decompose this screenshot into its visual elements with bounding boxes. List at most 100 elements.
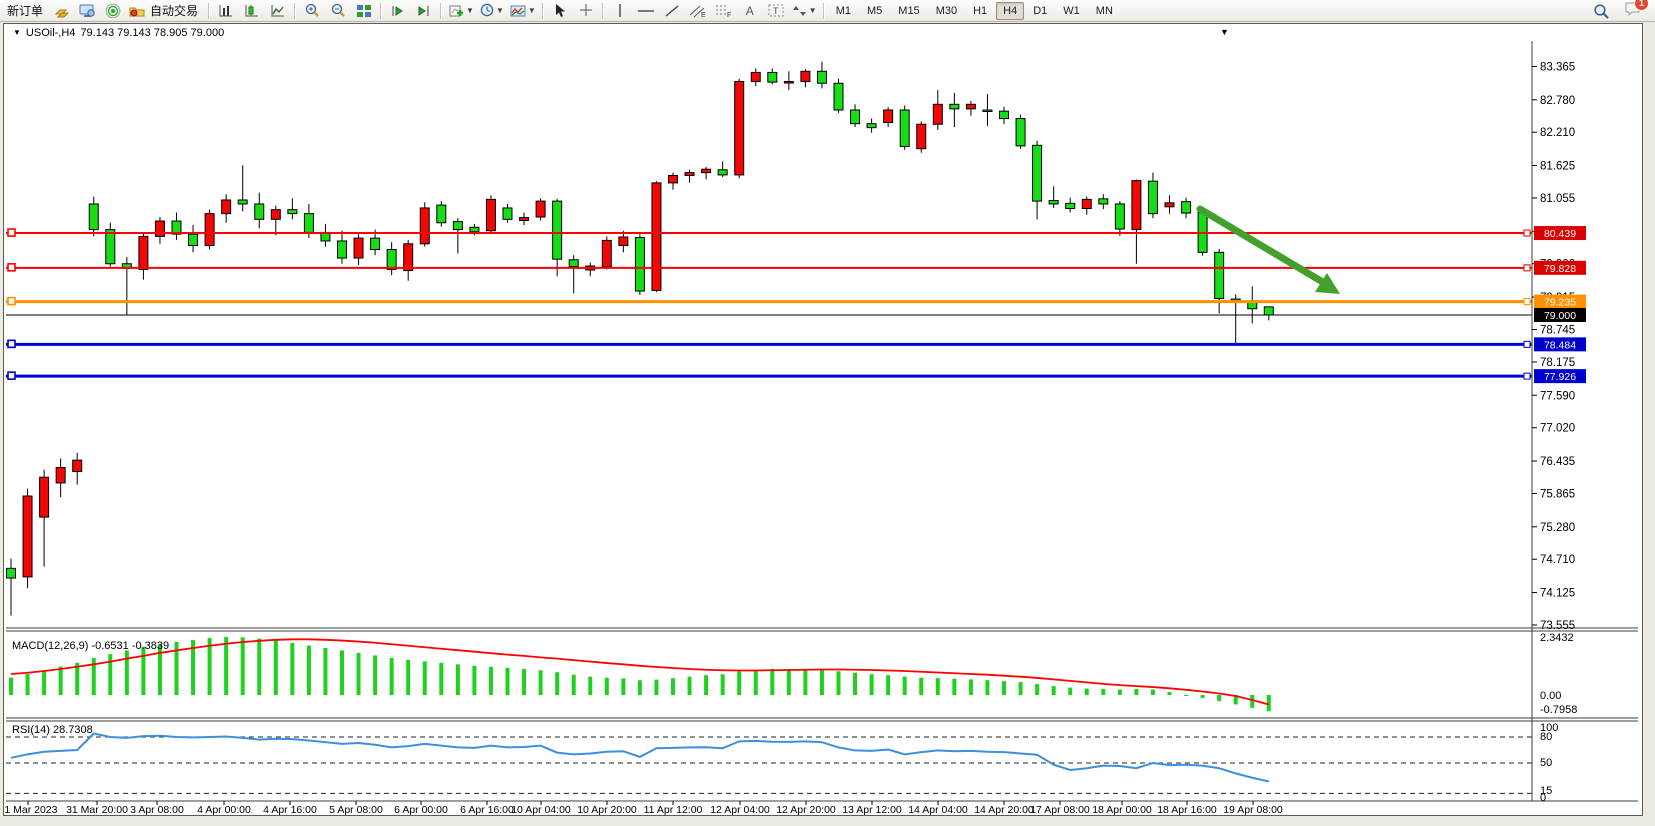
chart-shift-icon[interactable] [385, 0, 411, 22]
macd-axis-label: 0.00 [1540, 690, 1561, 702]
new-order-button[interactable]: 新订单 [2, 0, 48, 22]
periods-icon[interactable]: ▼ [477, 0, 507, 22]
candle-down [900, 105, 909, 149]
macd-histogram-bar [1151, 690, 1155, 695]
timeframe-W1[interactable]: W1 [1056, 2, 1087, 20]
macd-histogram-bar [853, 673, 857, 695]
macd-histogram-bar [1101, 689, 1105, 695]
time-axis-label: 10 Apr 04:00 [511, 804, 571, 816]
toolbar-separator [823, 3, 825, 19]
line-anchor-handle[interactable] [8, 264, 15, 271]
line-axis-handle [1524, 373, 1530, 379]
autotrading-button[interactable]: 自动交易 [126, 0, 205, 22]
macd-histogram-bar [704, 675, 708, 695]
fibonacci-tool-icon[interactable]: F [711, 0, 737, 22]
macd-histogram-bar [141, 647, 145, 695]
timeframe-M5[interactable]: M5 [860, 2, 889, 20]
auto-scroll-icon[interactable] [411, 0, 437, 22]
new-chart-icon[interactable]: ▼ [445, 0, 477, 22]
toolbar-right-group: 1 [1588, 0, 1643, 22]
line-anchor-handle[interactable] [8, 298, 15, 305]
candle-up [652, 181, 661, 292]
signals-icon[interactable] [100, 0, 126, 22]
candle-up [536, 198, 545, 220]
candlestick-chart-type-icon[interactable] [239, 0, 265, 22]
zoom-in-icon[interactable] [299, 0, 325, 22]
arrows-tool-icon[interactable]: ▼ [789, 0, 820, 22]
candle-up [205, 210, 214, 250]
macd-histogram-bar [1201, 695, 1205, 698]
macd-histogram-bar [257, 639, 261, 695]
one-click-trading-arrow-icon[interactable]: ▼ [1220, 27, 1229, 37]
macd-histogram-bar [1184, 695, 1188, 696]
chart-titlebar: ▼ USOil-,H4 79.143 79.143 78.905 79.000 … [4, 24, 1642, 41]
price-tag-label: 77.926 [1544, 371, 1576, 383]
line-chart-type-icon[interactable] [265, 0, 291, 22]
time-axis-label: 12 Apr 04:00 [710, 804, 770, 816]
search-icon[interactable] [1588, 0, 1614, 22]
current-price-tag-label: 79.000 [1544, 310, 1576, 322]
collapse-triangle-icon[interactable]: ▼ [13, 28, 21, 37]
timeframe-M15[interactable]: M15 [891, 2, 926, 20]
tile-windows-icon[interactable] [351, 0, 377, 22]
notification-badge: 1 [1634, 0, 1649, 11]
cursor-icon[interactable] [547, 0, 573, 22]
timeframe-H4[interactable]: H4 [996, 2, 1024, 20]
line-axis-handle [1524, 230, 1530, 236]
price-axis-tick-label: 78.745 [1540, 324, 1575, 336]
autotrading-label: 自动交易 [146, 2, 202, 19]
time-axis-label: 12 Apr 20:00 [776, 804, 836, 816]
chart-symbol-period: USOil-,H4 [26, 27, 76, 39]
timeframe-D1[interactable]: D1 [1026, 2, 1054, 20]
bar-chart-type-icon[interactable] [213, 0, 239, 22]
time-axis-label: 4 Apr 00:00 [197, 804, 251, 816]
label-tool-icon[interactable]: T [763, 0, 789, 22]
line-anchor-handle[interactable] [8, 340, 15, 347]
macd-histogram-bar [969, 679, 973, 695]
macd-histogram-bar [522, 669, 526, 695]
macd-histogram-bar [588, 677, 592, 695]
timeframe-M1[interactable]: M1 [829, 2, 858, 20]
crosshair-icon[interactable] [573, 0, 599, 22]
price-axis-tick-label: 75.280 [1540, 522, 1575, 534]
chart-plot[interactable]: MACD(12,26,9) -0.6531 -0.3839RSI(14) 28.… [4, 41, 1642, 816]
vertical-line-tool-icon[interactable] [607, 0, 633, 22]
gold-symbols-icon[interactable] [48, 0, 74, 22]
macd-histogram-bar [621, 678, 625, 695]
macd-histogram-bar [770, 669, 774, 695]
rsi-label: RSI(14) 28.7308 [12, 724, 93, 736]
macd-histogram-bar [903, 677, 907, 695]
chart-ohlc-readout: 79.143 79.143 78.905 79.000 [80, 27, 224, 39]
macd-histogram-bar [1168, 692, 1172, 695]
terminal-icon[interactable] [74, 0, 100, 22]
macd-histogram-bar [654, 680, 658, 695]
macd-histogram-bar [1052, 686, 1056, 695]
channel-tool-icon[interactable]: E [685, 0, 711, 22]
templates-icon[interactable]: ▼ [507, 0, 539, 22]
timeframe-H1[interactable]: H1 [966, 2, 994, 20]
macd-histogram-bar [307, 646, 311, 696]
price-axis-tick-label: 74.125 [1540, 588, 1575, 600]
price-panel [6, 41, 1532, 628]
svg-text:F: F [727, 12, 731, 18]
macd-histogram-bar [340, 650, 344, 695]
macd-histogram-bar [952, 679, 956, 695]
timeframe-MN[interactable]: MN [1089, 2, 1120, 20]
candle-up [602, 236, 611, 269]
timeframe-toolbar: M1M5M15M30H1H4D1W1MN [828, 2, 1121, 20]
zoom-out-icon[interactable] [325, 0, 351, 22]
macd-histogram-bar [1019, 682, 1023, 695]
price-axis-tick-label: 75.865 [1540, 488, 1575, 500]
notifications-button[interactable]: 1 [1624, 0, 1643, 22]
time-axis-label: 18 Apr 16:00 [1157, 804, 1217, 816]
macd-histogram-bar [472, 666, 476, 695]
text-tool-icon[interactable]: A [737, 0, 763, 22]
price-axis-tick-label: 78.175 [1540, 357, 1575, 369]
timeframe-M30[interactable]: M30 [929, 2, 964, 20]
macd-histogram-bar [787, 669, 791, 695]
horizontal-line-tool-icon[interactable] [633, 0, 659, 22]
trendline-tool-icon[interactable] [659, 0, 685, 22]
line-anchor-handle[interactable] [8, 372, 15, 379]
line-axis-handle [1524, 265, 1530, 271]
line-anchor-handle[interactable] [8, 229, 15, 236]
